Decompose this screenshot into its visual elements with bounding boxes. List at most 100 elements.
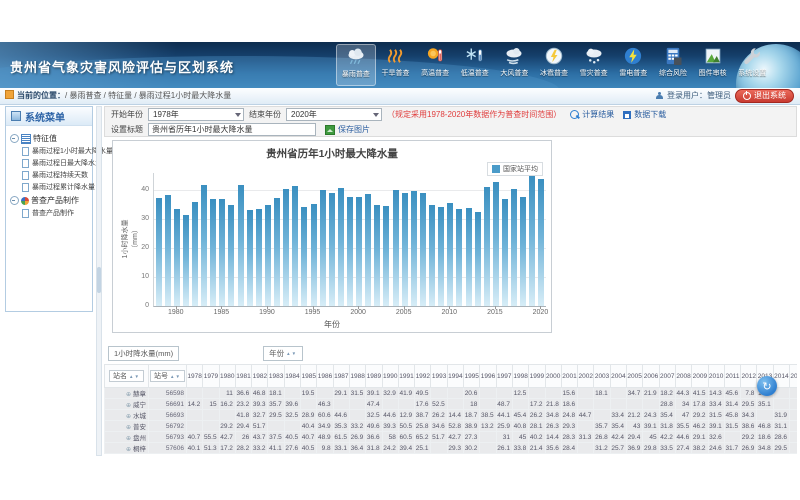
year-header-2009[interactable]: 2009	[692, 365, 708, 388]
year-header-1990[interactable]: 1990	[382, 365, 398, 388]
year-header-1978[interactable]: 1978	[187, 365, 203, 388]
sidebar-item-0-0[interactable]: 暴雨过程1小时最大降水量	[22, 146, 90, 156]
bar-1979[interactable]	[165, 195, 171, 306]
row-expander-icon[interactable]: ⊕	[126, 425, 131, 431]
toolbar-item-3[interactable]: 低温普查	[455, 44, 495, 86]
year-header-2015[interactable]: 2015	[789, 365, 797, 388]
bar-2018[interactable]	[520, 197, 526, 306]
year-header-1995[interactable]: 1995	[464, 365, 480, 388]
bar-1978[interactable]	[156, 198, 162, 306]
toolbar-item-8[interactable]: 综合风险	[653, 44, 693, 86]
bar-1997[interactable]	[329, 193, 335, 306]
toolbar-item-6[interactable]: 雪灾普查	[574, 44, 614, 86]
year-header-2010[interactable]: 2010	[708, 365, 724, 388]
chart-title-input[interactable]	[148, 123, 316, 136]
floating-refresh-button[interactable]: ↻	[757, 376, 777, 396]
row-expander-icon[interactable]: ⊕	[126, 447, 131, 453]
sidebar-splitter[interactable]	[96, 106, 102, 456]
station-id-header-sort[interactable]: 站号▲▼	[150, 370, 185, 382]
bar-1998[interactable]	[338, 188, 344, 306]
bar-1987[interactable]	[238, 185, 244, 306]
bar-1986[interactable]	[228, 205, 234, 306]
bar-2009[interactable]	[438, 207, 444, 306]
sidebar-item-0-1[interactable]: 暴雨过程日最大降水量	[22, 158, 90, 168]
save-image-button[interactable]: 保存图片	[325, 124, 370, 135]
bar-2004[interactable]	[393, 190, 399, 306]
row-expander-icon[interactable]: ⊕	[126, 392, 131, 398]
year-header-1997[interactable]: 1997	[496, 365, 512, 388]
sidebar-item-0-3[interactable]: 暴雨过程累计降水量	[22, 182, 90, 192]
year-header-1983[interactable]: 1983	[268, 365, 284, 388]
bar-2001[interactable]	[365, 194, 371, 306]
bar-2006[interactable]	[411, 191, 417, 306]
bar-2007[interactable]	[420, 193, 426, 306]
bar-2002[interactable]	[374, 205, 380, 306]
year-header-1999[interactable]: 1999	[529, 365, 545, 388]
bar-2003[interactable]	[383, 206, 389, 306]
breadcrumb[interactable]: / 暴雨普查 / 特征量 / 暴雨过程1小时最大降水量	[65, 91, 231, 100]
year-header-1996[interactable]: 1996	[480, 365, 496, 388]
bar-1984[interactable]	[210, 199, 216, 306]
year-header-1986[interactable]: 1986	[317, 365, 333, 388]
row-expander-icon[interactable]: ⊕	[126, 414, 131, 420]
expand-icon[interactable]	[10, 134, 19, 143]
row-expander-icon[interactable]: ⊕	[126, 436, 131, 442]
year-header-1979[interactable]: 1979	[203, 365, 219, 388]
year-header-1987[interactable]: 1987	[333, 365, 349, 388]
calc-result-button[interactable]: 计算结果	[570, 109, 614, 120]
year-header-1984[interactable]: 1984	[284, 365, 300, 388]
toolbar-item-10[interactable]: 系统设置	[732, 44, 772, 86]
year-header-2004[interactable]: 2004	[610, 365, 626, 388]
year-header-1988[interactable]: 1988	[349, 365, 365, 388]
year-header-2005[interactable]: 2005	[627, 365, 643, 388]
toolbar-item-1[interactable]: 干旱普查	[376, 44, 416, 86]
sort-desc-icon[interactable]: ▼	[292, 351, 297, 356]
bar-2000[interactable]	[356, 197, 362, 306]
bar-2010[interactable]	[447, 203, 453, 306]
row-expander-icon[interactable]: ⊕	[126, 403, 131, 409]
year-header-2007[interactable]: 2007	[659, 365, 675, 388]
bar-1982[interactable]	[192, 202, 198, 306]
bar-1988[interactable]	[247, 210, 253, 306]
pivot-year-chip[interactable]: 年份▲▼	[263, 346, 303, 361]
year-header-1994[interactable]: 1994	[447, 365, 463, 388]
sidebar-group-0[interactable]: 特征值	[10, 133, 90, 144]
bar-2019[interactable]	[529, 176, 535, 306]
year-header-2008[interactable]: 2008	[675, 365, 691, 388]
year-header-1985[interactable]: 1985	[301, 365, 317, 388]
measure-chip[interactable]: 1小时降水量(mm)	[108, 346, 179, 361]
bar-1996[interactable]	[320, 190, 326, 306]
sidebar-item-1-0[interactable]: 普查产品制作	[22, 208, 90, 218]
bar-1991[interactable]	[274, 198, 280, 306]
bar-1992[interactable]	[283, 189, 289, 306]
bar-1980[interactable]	[174, 209, 180, 306]
bar-2014[interactable]	[484, 187, 490, 306]
splitter-handle[interactable]	[97, 267, 101, 293]
bar-2020[interactable]	[538, 179, 544, 306]
year-header-1982[interactable]: 1982	[252, 365, 268, 388]
year-header-1980[interactable]: 1980	[219, 365, 235, 388]
toolbar-item-7[interactable]: 雷电普查	[614, 44, 654, 86]
bar-2012[interactable]	[466, 208, 472, 306]
year-header-2006[interactable]: 2006	[643, 365, 659, 388]
end-year-select[interactable]: 2020年	[286, 108, 382, 121]
bar-1985[interactable]	[219, 199, 225, 306]
bar-1994[interactable]	[301, 207, 307, 306]
sidebar-group-1[interactable]: 普查产品制作	[10, 195, 90, 206]
bar-1989[interactable]	[256, 209, 262, 306]
expand-icon[interactable]	[10, 196, 19, 205]
bar-2016[interactable]	[502, 199, 508, 306]
bar-2015[interactable]	[493, 182, 499, 306]
year-header-1998[interactable]: 1998	[512, 365, 528, 388]
station-name-header-sort[interactable]: 站名▲▼	[109, 370, 144, 382]
data-download-button[interactable]: 数据下载	[623, 109, 666, 120]
bar-1981[interactable]	[183, 215, 189, 306]
bar-1999[interactable]	[347, 197, 353, 306]
toolbar-item-0[interactable]: 暴雨普查	[336, 44, 376, 86]
sidebar-item-0-2[interactable]: 暴雨过程持续天数	[22, 170, 90, 180]
start-year-select[interactable]: 1978年	[148, 108, 244, 121]
toolbar-item-2[interactable]: 高温普查	[415, 44, 455, 86]
toolbar-item-4[interactable]: 大风普查	[495, 44, 535, 86]
bar-2013[interactable]	[475, 212, 481, 306]
toolbar-item-9[interactable]: 图件审核	[693, 44, 733, 86]
